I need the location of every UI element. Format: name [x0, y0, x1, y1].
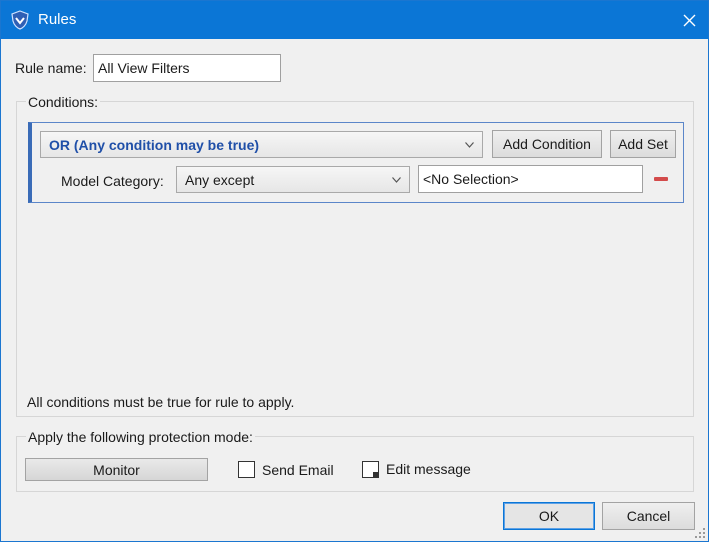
remove-condition-icon[interactable] — [654, 177, 668, 181]
add-set-button[interactable]: Add Set — [610, 130, 676, 158]
condition-field-label: Model Category: — [61, 173, 164, 189]
operator-value: OR (Any condition may be true) — [49, 136, 260, 153]
add-condition-button[interactable]: Add Condition — [492, 130, 602, 158]
edit-message-label: Edit message — [386, 461, 471, 477]
monitor-mode-button[interactable]: Monitor — [25, 458, 208, 481]
conditions-group-label: Conditions: — [26, 94, 101, 110]
rule-name-value: All View Filters — [98, 60, 190, 76]
chevron-down-icon — [392, 176, 401, 183]
add-set-label: Add Set — [618, 136, 668, 152]
protection-group-label: Apply the following protection mode: — [26, 429, 255, 445]
ok-button[interactable]: OK — [503, 502, 595, 530]
rule-name-label: Rule name: — [15, 60, 87, 76]
condition-value-field[interactable]: <No Selection> — [418, 165, 643, 193]
close-icon — [683, 14, 695, 26]
edit-message-icon[interactable] — [361, 460, 380, 479]
monitor-mode-label: Monitor — [93, 461, 140, 478]
window-title: Rules — [38, 11, 77, 28]
ok-label: OK — [538, 508, 560, 524]
title-bar: Rules — [1, 1, 708, 39]
conditions-footer-note: All conditions must be true for rule to … — [27, 394, 295, 410]
resize-grip-icon[interactable] — [694, 527, 706, 539]
cancel-label: Cancel — [626, 508, 671, 524]
add-condition-label: Add Condition — [503, 136, 591, 152]
condition-value-text: <No Selection> — [423, 171, 519, 187]
send-email-checkbox[interactable] — [238, 461, 255, 478]
comparator-value: Any except — [185, 171, 255, 188]
cancel-button[interactable]: Cancel — [602, 502, 695, 530]
rules-dialog: Rules Rule name: All View Filters Condit… — [0, 0, 709, 542]
chevron-down-icon — [465, 141, 474, 148]
rule-name-input[interactable]: All View Filters — [93, 54, 281, 82]
comparator-dropdown[interactable]: Any except — [176, 166, 410, 193]
close-button[interactable] — [674, 5, 704, 35]
shield-logo-icon — [11, 10, 29, 30]
send-email-label: Send Email — [262, 462, 334, 478]
operator-dropdown[interactable]: OR (Any condition may be true) — [40, 131, 483, 158]
